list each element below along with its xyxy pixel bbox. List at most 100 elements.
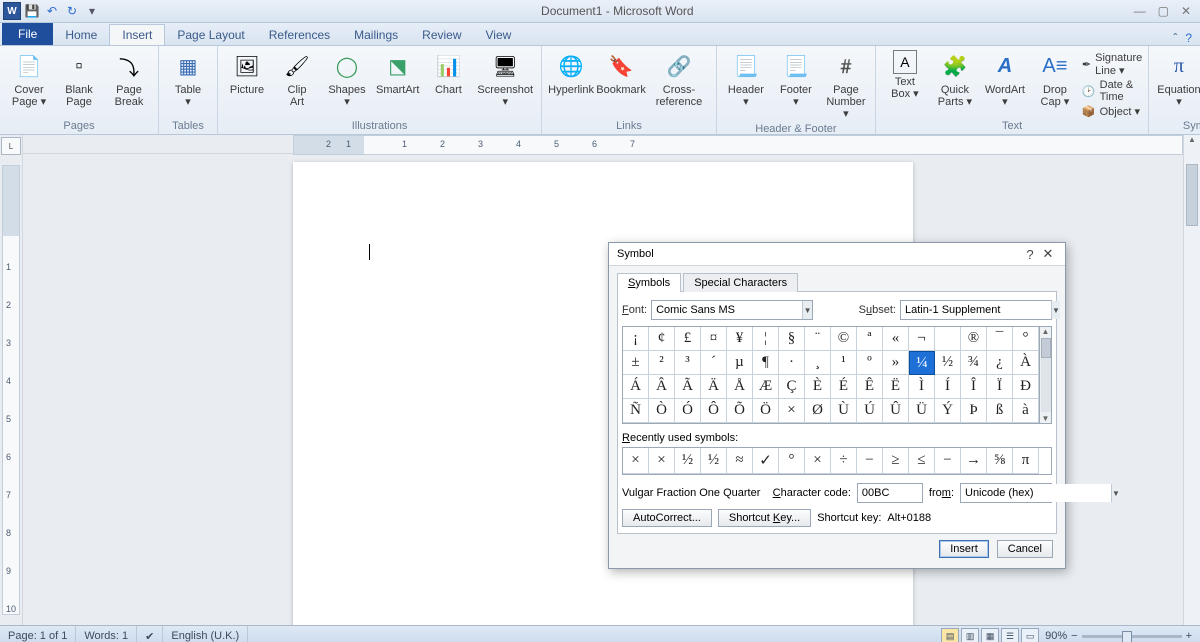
minimize-icon[interactable]: — <box>1134 4 1146 18</box>
symbol-cell[interactable]: È <box>805 375 831 399</box>
subset-combobox[interactable]: ▼ <box>900 300 1052 320</box>
from-input[interactable] <box>961 484 1111 502</box>
tab-references[interactable]: References <box>257 25 342 45</box>
text-box-button[interactable]: ATextBox ▾ <box>882 48 928 102</box>
shortcut-key-button[interactable]: Shortcut Key... <box>718 509 811 527</box>
symbol-cell[interactable]: Æ <box>753 375 779 399</box>
date-time-button[interactable]: 🕑 Date & Time <box>1082 79 1142 103</box>
symbol-cell[interactable]: Ä <box>701 375 727 399</box>
tab-view[interactable]: View <box>474 25 524 45</box>
status-language[interactable]: English (U.K.) <box>163 626 248 642</box>
qat-customize-icon[interactable]: ▾ <box>83 2 101 20</box>
recent-symbols-grid[interactable]: ××½½≈✓°×÷−≥≤−→⅝π <box>622 447 1052 475</box>
footer-button[interactable]: 📃Footer▾ <box>773 48 819 110</box>
recent-symbol-cell[interactable]: π <box>1013 448 1039 474</box>
symbol-cell[interactable]: ¹ <box>831 351 857 375</box>
zoom-in-icon[interactable]: + <box>1186 630 1192 642</box>
hyperlink-button[interactable]: 🌐Hyperlink <box>548 48 594 98</box>
undo-icon[interactable]: ↶ <box>43 2 61 20</box>
recent-symbol-cell[interactable]: × <box>805 448 831 474</box>
chevron-down-icon[interactable]: ▼ <box>1111 484 1120 502</box>
shapes-button[interactable]: ◯Shapes▾ <box>324 48 370 110</box>
symbol-grid-scrollbar[interactable]: ▲▼ <box>1040 326 1052 424</box>
symbol-cell[interactable]: Í <box>935 375 961 399</box>
signature-line-button[interactable]: ✒ Signature Line ▾ <box>1082 52 1142 77</box>
symbol-cell[interactable]: Ñ <box>623 399 649 423</box>
dialog-tab-symbols[interactable]: Symbols <box>617 273 681 292</box>
symbol-cell[interactable]: Ï <box>987 375 1013 399</box>
symbol-cell[interactable]: · <box>779 351 805 375</box>
symbol-cell[interactable]: À <box>1013 351 1039 375</box>
symbol-cell[interactable]: £ <box>675 327 701 351</box>
ribbon-minimize-icon[interactable]: ˆ <box>1173 31 1177 45</box>
symbol-cell[interactable]: Ì <box>909 375 935 399</box>
symbol-cell[interactable]: » <box>883 351 909 375</box>
symbol-cell[interactable]: ª <box>857 327 883 351</box>
symbol-cell[interactable]: Î <box>961 375 987 399</box>
symbol-cell[interactable]: « <box>883 327 909 351</box>
recent-symbol-cell[interactable]: ≥ <box>883 448 909 474</box>
symbol-cell[interactable]: ° <box>1013 327 1039 351</box>
status-words[interactable]: Words: 1 <box>76 626 137 642</box>
drop-cap-button[interactable]: A≡DropCap ▾ <box>1032 48 1078 110</box>
character-code-input[interactable] <box>857 483 923 503</box>
status-page[interactable]: Page: 1 of 1 <box>0 626 76 642</box>
recent-symbol-cell[interactable]: ½ <box>675 448 701 474</box>
zoom-out-icon[interactable]: − <box>1071 630 1077 642</box>
symbol-grid[interactable]: ¡¢£¤¥¦§¨©ª«¬­®¯°±²³´µ¶·¸¹º»¼½¾¿ÀÁÂÃÄÅÆÇÈ… <box>622 326 1040 424</box>
view-web-icon[interactable]: ▦ <box>981 628 999 642</box>
view-print-layout-icon[interactable]: ▤ <box>941 628 959 642</box>
symbol-cell[interactable]: Ð <box>1013 375 1039 399</box>
dialog-tab-special-characters[interactable]: Special Characters <box>683 273 798 292</box>
view-outline-icon[interactable]: ☰ <box>1001 628 1019 642</box>
dialog-help-icon[interactable]: ? <box>1021 247 1039 262</box>
header-button[interactable]: 📃Header▾ <box>723 48 769 110</box>
symbol-cell[interactable]: ´ <box>701 351 727 375</box>
view-full-screen-icon[interactable]: ▥ <box>961 628 979 642</box>
symbol-cell[interactable]: Ã <box>675 375 701 399</box>
symbol-cell[interactable]: ¿ <box>987 351 1013 375</box>
symbol-cell[interactable]: Û <box>883 399 909 423</box>
symbol-cell[interactable]: ­ <box>935 327 961 351</box>
recent-symbol-cell[interactable]: ÷ <box>831 448 857 474</box>
status-proofing[interactable]: ✔ <box>137 626 163 642</box>
symbol-cell[interactable]: Ò <box>649 399 675 423</box>
symbol-cell[interactable]: ¬ <box>909 327 935 351</box>
smartart-button[interactable]: ⬔SmartArt <box>374 48 421 98</box>
cancel-button[interactable]: Cancel <box>997 540 1053 558</box>
symbol-cell[interactable]: Ê <box>857 375 883 399</box>
recent-symbol-cell[interactable]: ≈ <box>727 448 753 474</box>
tab-file[interactable]: File <box>2 23 53 45</box>
symbol-cell[interactable]: Ú <box>857 399 883 423</box>
symbol-cell[interactable]: Ü <box>909 399 935 423</box>
symbol-cell[interactable]: Ó <box>675 399 701 423</box>
tab-selector[interactable]: L <box>1 137 21 155</box>
symbol-cell[interactable]: Á <box>623 375 649 399</box>
symbol-cell[interactable]: Â <box>649 375 675 399</box>
tab-home[interactable]: Home <box>53 25 109 45</box>
symbol-cell[interactable]: ¶ <box>753 351 779 375</box>
recent-symbol-cell[interactable]: ° <box>779 448 805 474</box>
word-app-icon[interactable]: W <box>3 2 21 20</box>
tab-insert[interactable]: Insert <box>109 24 165 45</box>
symbol-cell[interactable]: ¦ <box>753 327 779 351</box>
recent-symbol-cell[interactable]: ✓ <box>753 448 779 474</box>
symbol-cell[interactable]: ¡ <box>623 327 649 351</box>
insert-button[interactable]: Insert <box>939 540 989 558</box>
close-icon[interactable]: ✕ <box>1181 4 1191 18</box>
cross-reference-button[interactable]: 🔗Cross-reference <box>648 48 710 110</box>
bookmark-button[interactable]: 🔖Bookmark <box>598 48 644 98</box>
symbol-cell[interactable]: ¨ <box>805 327 831 351</box>
chevron-down-icon[interactable]: ▼ <box>802 301 812 319</box>
page-break-button[interactable]: ⤵PageBreak <box>106 48 152 110</box>
zoom-slider[interactable] <box>1082 635 1182 638</box>
symbol-cell[interactable]: ® <box>961 327 987 351</box>
symbol-cell[interactable]: Ø <box>805 399 831 423</box>
symbol-cell[interactable]: ¥ <box>727 327 753 351</box>
symbol-cell[interactable]: É <box>831 375 857 399</box>
symbol-cell[interactable]: Ö <box>753 399 779 423</box>
recent-symbol-cell[interactable]: − <box>857 448 883 474</box>
dialog-close-icon[interactable]: ✕ <box>1039 246 1057 262</box>
symbol-cell[interactable]: Þ <box>961 399 987 423</box>
symbol-cell[interactable]: Ë <box>883 375 909 399</box>
